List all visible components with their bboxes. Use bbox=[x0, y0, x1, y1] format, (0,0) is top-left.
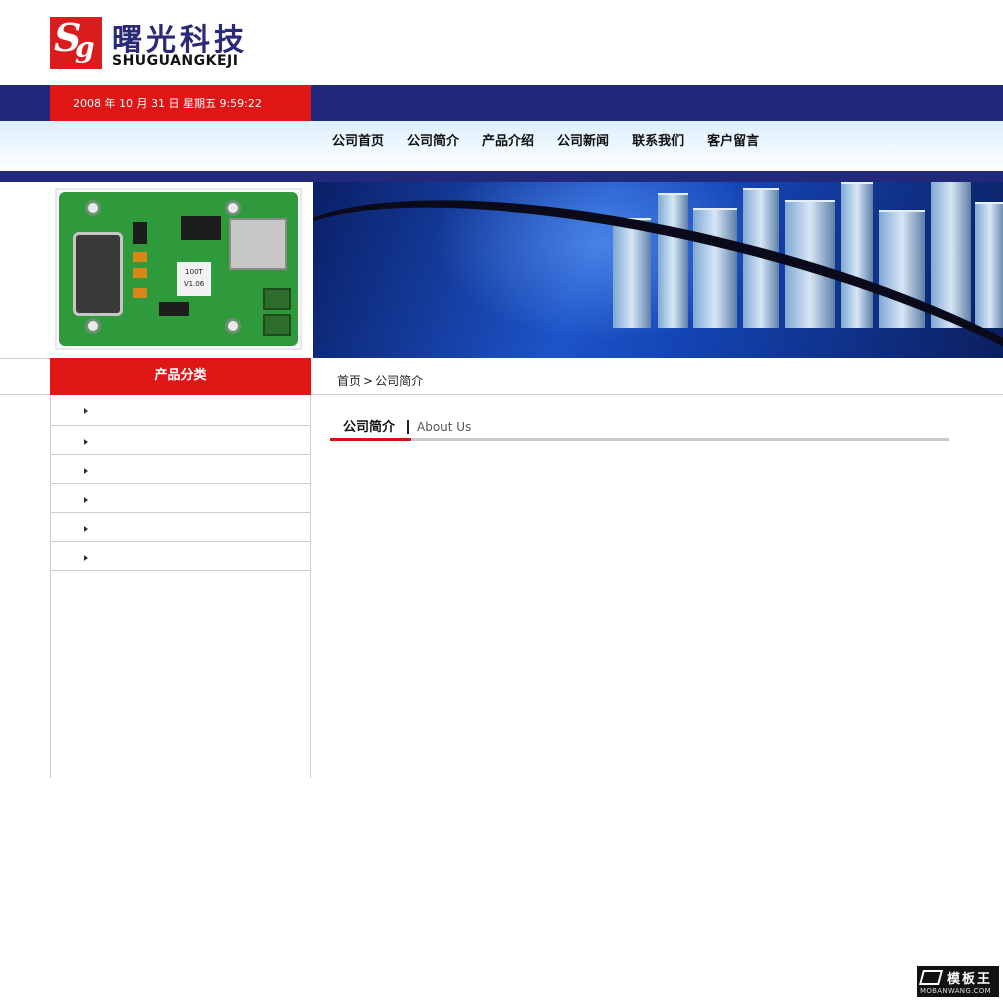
category-item[interactable] bbox=[51, 542, 310, 571]
nav-home[interactable]: 公司首页 bbox=[332, 130, 384, 149]
arrow-right-icon bbox=[84, 439, 88, 445]
nav-contact[interactable]: 联系我们 bbox=[632, 130, 684, 149]
arrow-right-icon bbox=[84, 468, 88, 474]
board-label-line2: V1.06 bbox=[183, 280, 205, 288]
product-image: 100T V1.06 bbox=[55, 188, 302, 350]
watermark-cn: 模板王 bbox=[947, 972, 993, 987]
arrow-right-icon bbox=[84, 555, 88, 561]
product-category-list bbox=[50, 395, 311, 778]
date-time-display: 2008 年 10 月 31 日 星期五 9:59:22 bbox=[50, 85, 311, 121]
breadcrumb: 首页 > 公司简介 bbox=[337, 372, 423, 389]
section-underline bbox=[330, 438, 949, 441]
arrow-right-icon bbox=[84, 526, 88, 532]
main-nav: 公司首页 公司简介 产品介绍 公司新闻 联系我们 客户留言 bbox=[332, 130, 782, 149]
category-item[interactable] bbox=[51, 455, 310, 484]
watermark-book-icon bbox=[918, 970, 944, 985]
section-subtitle: About Us bbox=[417, 420, 472, 434]
board-label: 100T V1.06 bbox=[177, 262, 211, 296]
breadcrumb-home-link[interactable]: 首页 bbox=[337, 374, 361, 388]
section-underline-accent bbox=[330, 438, 411, 441]
category-item[interactable] bbox=[51, 395, 310, 426]
watermark-en: MOBANWANG.COM bbox=[920, 987, 991, 995]
breadcrumb-current: 公司简介 bbox=[375, 374, 424, 388]
category-item[interactable] bbox=[51, 426, 310, 455]
arrow-right-icon bbox=[84, 408, 88, 414]
nav-about[interactable]: 公司简介 bbox=[407, 130, 459, 149]
arrow-right-icon bbox=[84, 497, 88, 503]
board-label-line1: 100T bbox=[185, 268, 203, 276]
product-category-heading: 产品分类 bbox=[50, 358, 311, 395]
site-logo[interactable]: S g 曙光科技 SHUGUANGKEJI bbox=[50, 15, 290, 72]
city-banner-image bbox=[313, 182, 1003, 358]
watermark-logo: 模板王 MOBANWANG.COM bbox=[917, 966, 999, 997]
page: S g 曙光科技 SHUGUANGKEJI 2008 年 10 月 31 日 星… bbox=[0, 0, 1003, 1000]
logo-english-name: SHUGUANGKEJI bbox=[112, 53, 239, 69]
logo-mark-icon: S g bbox=[50, 15, 102, 69]
breadcrumb-separator-icon: > bbox=[363, 374, 374, 388]
logo-mark-g: g bbox=[75, 31, 95, 64]
nav-bottom-bar bbox=[0, 171, 1003, 182]
category-item[interactable] bbox=[51, 484, 310, 513]
section-title-divider bbox=[407, 420, 409, 434]
category-item[interactable] bbox=[51, 513, 310, 542]
circuit-board-image: 100T V1.06 bbox=[59, 192, 298, 346]
nav-products[interactable]: 产品介绍 bbox=[482, 130, 534, 149]
nav-news[interactable]: 公司新闻 bbox=[557, 130, 609, 149]
nav-guestbook[interactable]: 客户留言 bbox=[707, 130, 759, 149]
section-title: 公司简介 bbox=[343, 420, 396, 435]
divider-line bbox=[0, 358, 50, 359]
